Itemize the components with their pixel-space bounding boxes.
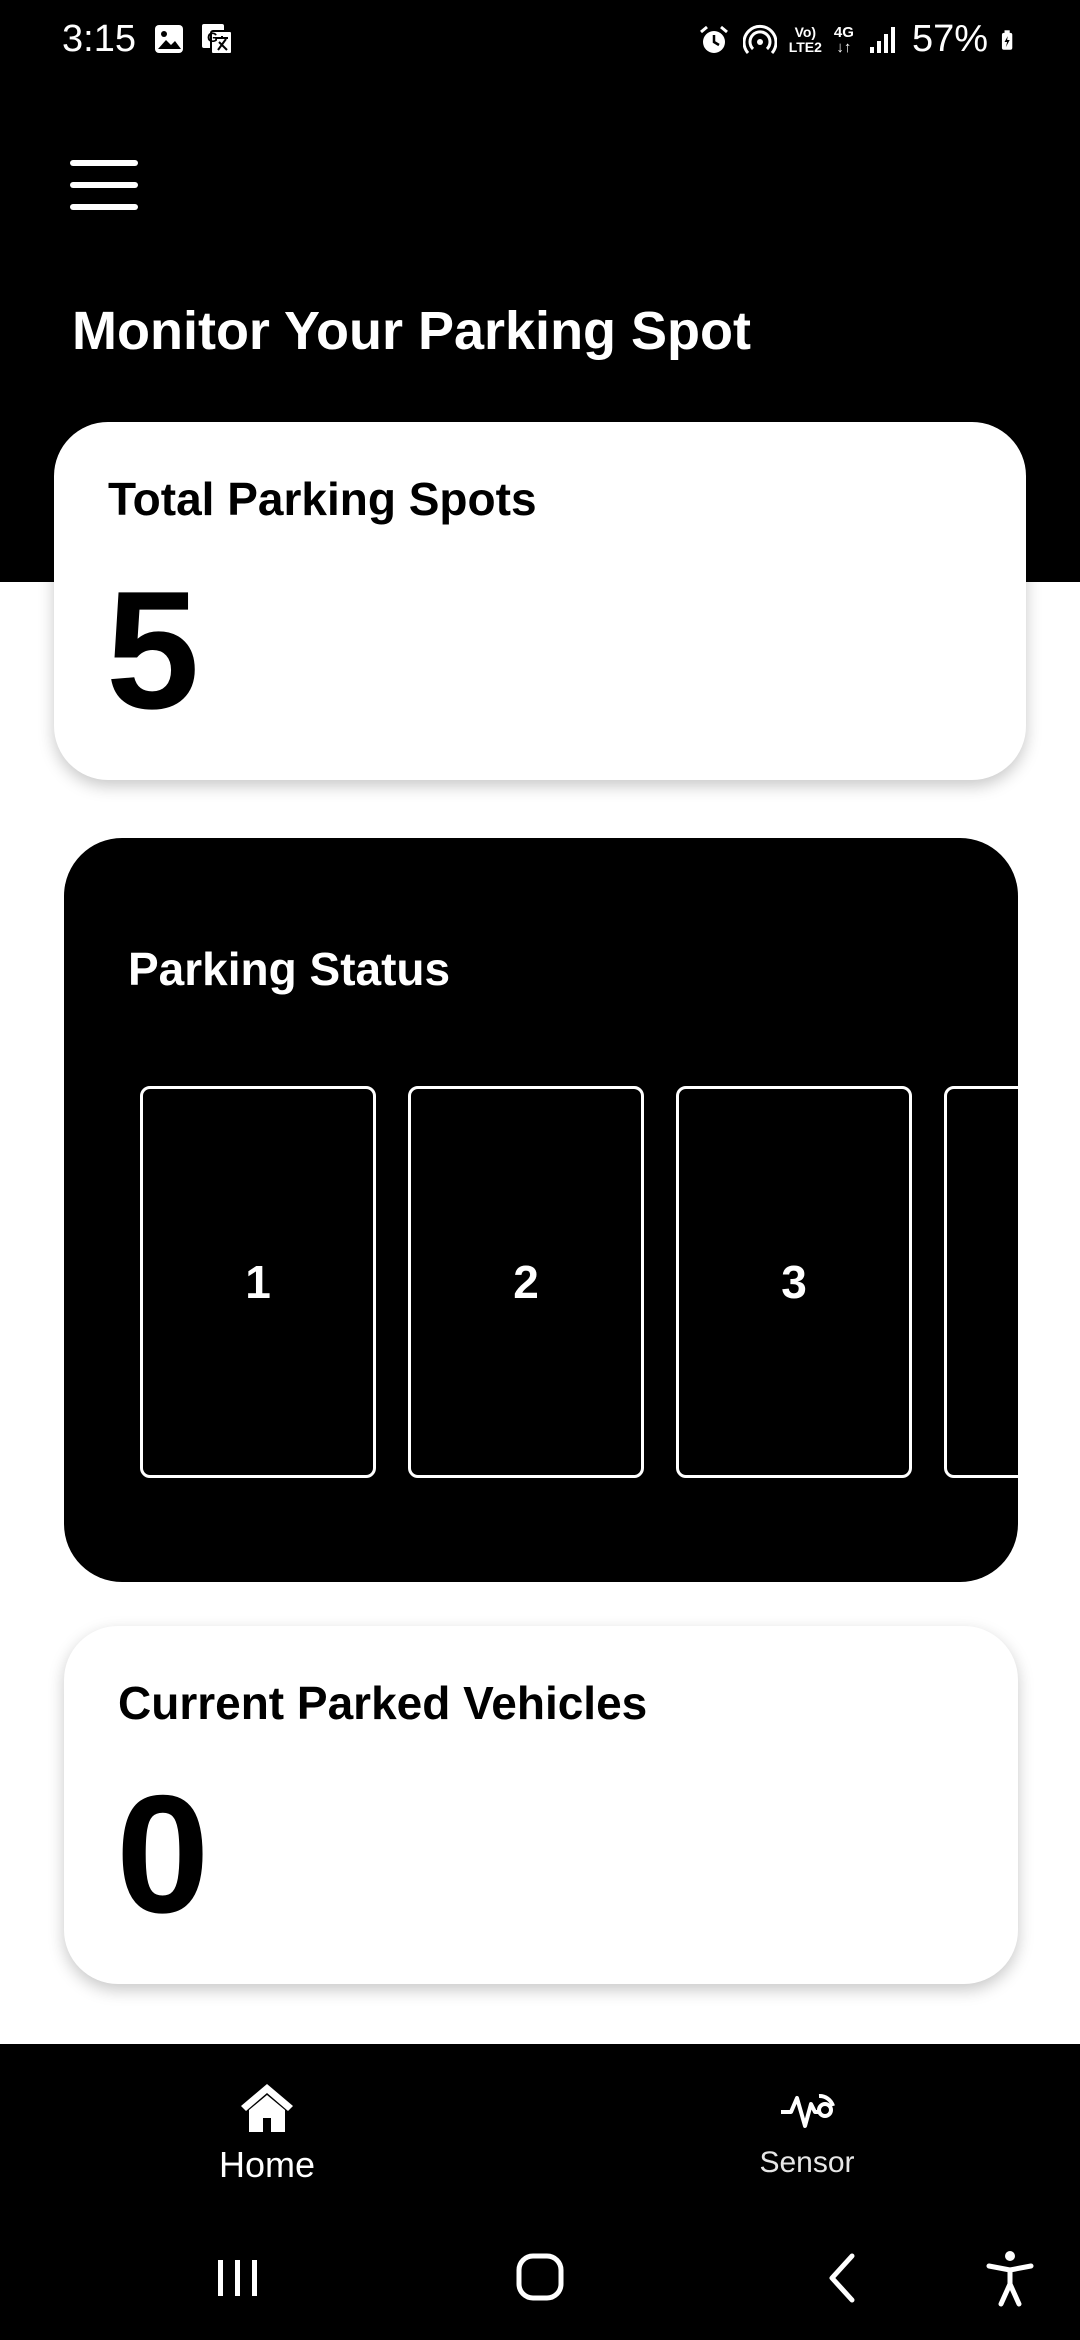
bottom-navigation: Home Sensor: [0, 2044, 1080, 2340]
accessibility-icon[interactable]: [975, 2248, 1045, 2308]
alarm-icon: [699, 25, 728, 53]
parking-slot-1[interactable]: 1: [140, 1086, 376, 1478]
parking-status-title: Parking Status: [128, 943, 451, 995]
data-arrows-icon: 4G ↓↑: [834, 25, 854, 55]
nav-sensor[interactable]: Sensor: [707, 2044, 907, 2194]
status-time: 3:15: [62, 18, 136, 60]
status-left-icons: G: [152, 22, 234, 56]
status-bar: 3:15 G Vo) LTE2 4G ↓↑ 57%: [0, 0, 1080, 80]
system-navigation-bar: [0, 2220, 1080, 2340]
current-parked-vehicles-card: Current Parked Vehicles 0: [64, 1626, 1018, 1984]
data-type: 4G: [833, 23, 854, 41]
recent-apps-icon[interactable]: [203, 2248, 273, 2308]
back-icon[interactable]: [808, 2248, 878, 2308]
parking-status-card: Parking Status 1 2 3 4 5: [64, 838, 1018, 1582]
volte-icon: Vo) LTE2: [788, 23, 822, 55]
current-parked-vehicles-title: Current Parked Vehicles: [118, 1677, 648, 1729]
total-parking-spots-value: 5: [106, 556, 200, 744]
gallery-icon: [155, 25, 183, 53]
parking-slot-3[interactable]: 3: [676, 1086, 912, 1478]
battery-percent: 57%: [911, 18, 988, 60]
status-right-icons: Vo) LTE2 4G ↓↑ 57%: [697, 18, 1022, 61]
nav-home-label: Home: [218, 2144, 316, 2185]
nav-sensor-label: Sensor: [759, 2146, 855, 2179]
battery-charging-icon: [1001, 29, 1013, 50]
network-line2: LTE2: [788, 38, 822, 55]
page-title: Monitor Your Parking Spot: [72, 301, 752, 361]
home-icon: [241, 2084, 293, 2132]
translate-icon: G: [202, 24, 233, 55]
parking-slot-2[interactable]: 2: [408, 1086, 644, 1478]
parking-slot-4[interactable]: 4: [944, 1086, 1018, 1478]
data-arrows-glyph: ↓↑: [836, 38, 852, 56]
hotspot-icon: [742, 24, 777, 54]
signal-icon: [869, 26, 895, 53]
nav-home[interactable]: Home: [167, 2044, 367, 2194]
hamburger-menu-icon[interactable]: [64, 156, 144, 220]
parking-slot-label: 3: [781, 1256, 807, 1308]
current-parked-vehicles-value: 0: [116, 1760, 210, 1948]
parking-slots-scroller[interactable]: 1 2 3 4 5: [140, 1086, 1018, 1480]
sensor-pulse-icon: [781, 2094, 835, 2128]
home-circle-icon[interactable]: [505, 2248, 575, 2308]
network-line1: Vo): [794, 23, 817, 40]
total-parking-spots-card: Total Parking Spots 5: [54, 422, 1026, 780]
parking-slot-label: 2: [513, 1256, 539, 1308]
total-parking-spots-title: Total Parking Spots: [108, 473, 537, 525]
parking-slot-label: 1: [245, 1256, 271, 1308]
